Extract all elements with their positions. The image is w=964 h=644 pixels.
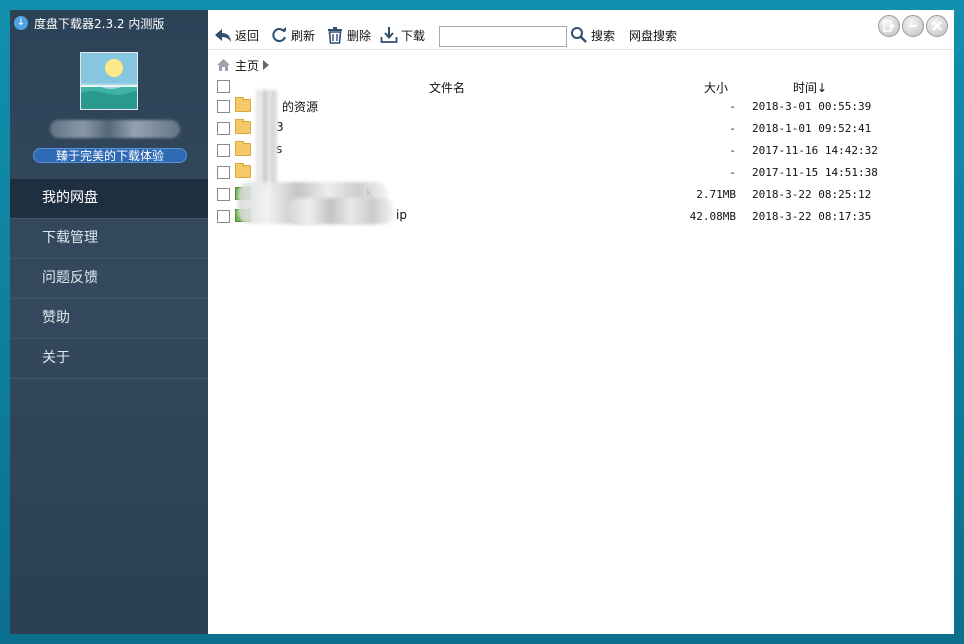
chevron-right-icon: [263, 60, 270, 70]
file-name: ip: [396, 208, 407, 222]
file-size: -: [729, 100, 736, 113]
sidebar-nav: 我的网盘 下载管理 问题反馈 赞助 关于: [10, 179, 208, 379]
folder-icon: [235, 119, 251, 134]
minimize-button[interactable]: [902, 15, 924, 37]
select-all-checkbox[interactable]: [217, 80, 230, 93]
back-label: 返回: [235, 28, 260, 43]
sidebar-item-about[interactable]: 关于: [10, 339, 208, 379]
search-icon: [571, 27, 587, 43]
download-label: 下载: [401, 28, 426, 43]
sidebar-item-label: 下载管理: [42, 230, 98, 246]
netdisk-search-label: 网盘搜索: [629, 28, 678, 43]
file-size: 42.08MB: [689, 210, 736, 223]
file-time: 2018-3-01 00:55:39: [752, 100, 872, 113]
row-checkbox[interactable]: [217, 100, 230, 113]
home-icon[interactable]: [216, 58, 231, 72]
sidebar-item-my-netdisk[interactable]: 我的网盘: [10, 179, 208, 219]
table-row[interactable]: s - 2017-11-16 14:42:32: [208, 140, 954, 162]
download-logo-icon: ↓: [14, 16, 28, 30]
delete-button[interactable]: 删除: [326, 25, 371, 45]
sidebar-item-label: 问题反馈: [42, 270, 98, 286]
table-row[interactable]: 的资源 - 2018-3-01 00:55:39: [208, 96, 954, 118]
row-checkbox[interactable]: [217, 144, 230, 157]
breadcrumb-home[interactable]: 主页: [235, 57, 259, 74]
row-checkbox[interactable]: [217, 166, 230, 179]
refresh-button[interactable]: 刷新: [270, 25, 315, 45]
sunset-avatar-icon: [81, 53, 137, 109]
table-row[interactable]: k 2.71MB 2018-3-22 08:25:12: [208, 184, 954, 206]
sidebar: ↓ 度盘下载器2.3.2 内测版 臻于完美的下载体验 我的网盘 下载管理 问题反…: [10, 10, 208, 634]
breadcrumb: 主页: [216, 57, 270, 74]
file-time: 2018-3-22 08:25:12: [752, 188, 872, 201]
main-panel: 返回 刷新 删除 下载 搜索 网盘搜索 主页 文件名 大小 时间↓ 的资源 - …: [208, 10, 954, 634]
close-icon: [932, 21, 942, 31]
sidebar-item-sponsor[interactable]: 赞助: [10, 299, 208, 339]
file-icon: [235, 187, 251, 200]
row-checkbox[interactable]: [217, 122, 230, 135]
file-time: 2018-1-01 09:52:41: [752, 122, 872, 135]
column-header-time[interactable]: 时间↓: [793, 79, 827, 96]
file-size: -: [729, 166, 736, 179]
netdisk-search-button[interactable]: 网盘搜索: [629, 25, 677, 45]
table-row[interactable]: - 2017-11-15 14:51:38: [208, 162, 954, 184]
search-input[interactable]: [439, 26, 567, 47]
sidebar-item-label: 关于: [42, 350, 70, 366]
download-icon: [380, 27, 398, 43]
folder-icon: [235, 141, 251, 156]
refresh-icon: [272, 27, 286, 43]
download-button[interactable]: 下载: [380, 25, 425, 45]
search-button[interactable]: 搜索: [570, 25, 615, 45]
app-title-bar: ↓ 度盘下载器2.3.2 内测版: [14, 14, 164, 32]
slogan-badge: 臻于完美的下载体验: [33, 148, 187, 163]
slogan-text: 臻于完美的下载体验: [55, 149, 164, 163]
trash-icon: [328, 27, 342, 44]
file-name: k: [366, 186, 373, 200]
file-time: 2018-3-22 08:17:35: [752, 210, 872, 223]
file-time: 2017-11-15 14:51:38: [752, 166, 878, 179]
minimize-icon: [909, 25, 917, 27]
column-header-name[interactable]: 文件名: [429, 79, 465, 96]
file-time: 2017-11-16 14:42:32: [752, 144, 878, 157]
row-checkbox[interactable]: [217, 188, 230, 201]
username-redacted: [50, 120, 180, 138]
logout-button[interactable]: [878, 15, 900, 37]
row-checkbox[interactable]: [217, 210, 230, 223]
table-row[interactable]: ip 42.08MB 2018-3-22 08:17:35: [208, 206, 954, 228]
sidebar-item-label: 赞助: [42, 310, 70, 326]
app-title: 度盘下载器2.3.2 内测版: [34, 16, 165, 31]
sidebar-item-feedback[interactable]: 问题反馈: [10, 259, 208, 299]
delete-label: 删除: [347, 28, 372, 43]
close-button[interactable]: [926, 15, 948, 37]
folder-icon: [235, 97, 251, 112]
table-row[interactable]: 3 - 2018-1-01 09:52:41: [208, 118, 954, 140]
toolbar: 返回 刷新 删除 下载 搜索 网盘搜索: [208, 10, 954, 50]
refresh-label: 刷新: [291, 28, 316, 43]
file-size: -: [729, 144, 736, 157]
app-window: ↓ 度盘下载器2.3.2 内测版 臻于完美的下载体验 我的网盘 下载管理 问题反…: [0, 0, 964, 644]
back-arrow-icon: [215, 29, 231, 42]
table-header: 文件名 大小 时间↓: [208, 76, 954, 96]
search-label: 搜索: [591, 28, 616, 43]
back-button[interactable]: 返回: [214, 25, 259, 45]
avatar[interactable]: [80, 52, 138, 110]
file-name: 的资源: [282, 100, 319, 114]
logout-icon: [883, 20, 895, 32]
sidebar-item-download-manager[interactable]: 下载管理: [10, 219, 208, 259]
column-header-size[interactable]: 大小: [704, 79, 728, 96]
file-size: -: [729, 122, 736, 135]
file-name: s: [276, 142, 283, 156]
sidebar-item-label: 我的网盘: [42, 190, 98, 206]
file-icon: [235, 209, 251, 222]
file-name: 3: [276, 120, 284, 134]
file-size: 2.71MB: [696, 188, 736, 201]
folder-icon: [235, 163, 251, 178]
